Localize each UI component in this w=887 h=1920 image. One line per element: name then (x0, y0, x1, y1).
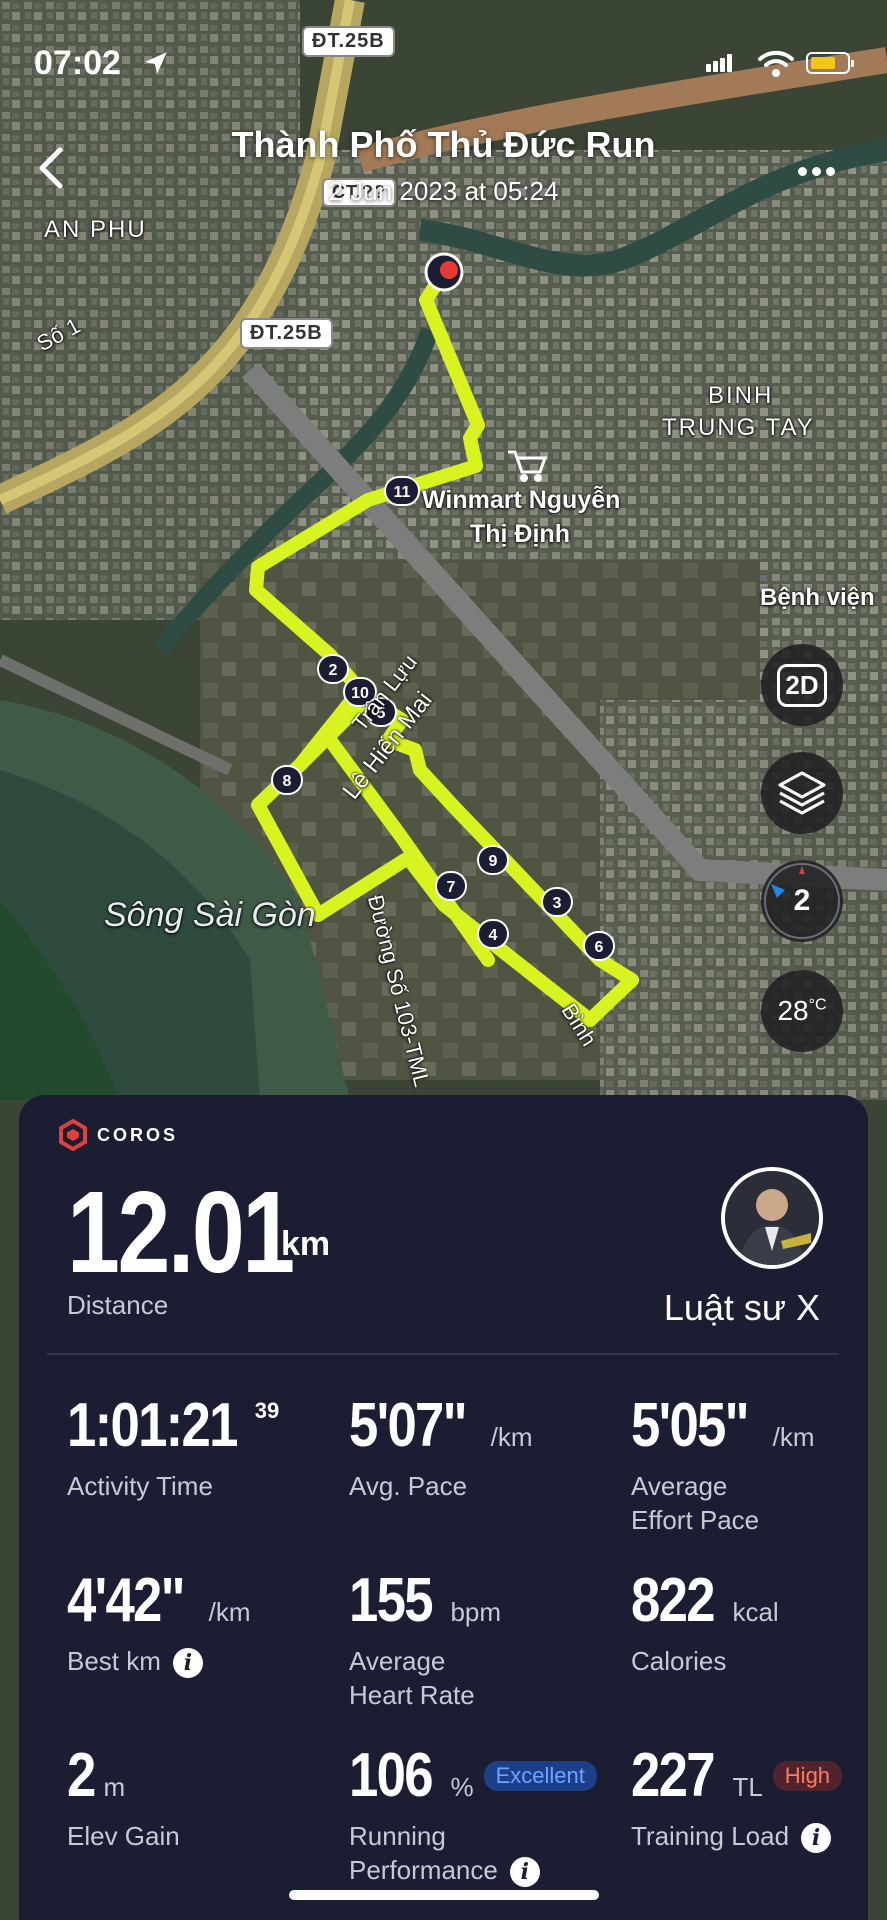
stat-label: Training Load (631, 1821, 790, 1851)
svg-text:9: 9 (489, 853, 498, 870)
activity-summary-card: COROS 12.01 km Distance Luật sư X 1:01:2… (19, 1095, 868, 1920)
svg-text:4: 4 (489, 927, 498, 944)
stat-value: 106 (349, 1741, 434, 1810)
home-indicator[interactable] (289, 1890, 599, 1900)
temperature-badge: 28°C (761, 970, 843, 1052)
stat-unit: kcal (732, 1597, 779, 1627)
location-arrow-icon (145, 52, 167, 74)
stat-label: Elev Gain (67, 1821, 180, 1851)
svg-text:8: 8 (283, 773, 292, 790)
coros-logo-text: COROS (97, 1124, 179, 1145)
stat-unit: TL (732, 1772, 763, 1802)
stat-unit: /km (208, 1597, 251, 1627)
km-marker[interactable]: 9 (477, 845, 509, 875)
stat-avg-pace: 5'07" /km Avg. Pace (349, 1390, 532, 1503)
km-marker[interactable]: 6 (583, 931, 615, 961)
stat-superscript: 39 (254, 1398, 280, 1423)
map-layers-button[interactable] (761, 752, 843, 834)
map-label-trung-tay: TRUNG TAY (662, 414, 815, 441)
stat-running-performance: 106% Excellent Running Performance i (349, 1740, 597, 1888)
stat-calories: 822 kcal Calories (631, 1565, 779, 1678)
stat-label: Avg. Pace (349, 1471, 468, 1501)
stat-label-line2: Heart Rate (349, 1680, 475, 1710)
more-options-button[interactable] (798, 163, 840, 181)
stat-value: 1:01:21 (67, 1391, 238, 1460)
activity-date: 2 Jun 2023 at 05:24 (328, 176, 559, 206)
battery-icon (806, 52, 854, 74)
km-marker[interactable]: 7 (435, 871, 467, 901)
distance-unit: km (281, 1225, 331, 1263)
km-marker[interactable]: 2 (317, 654, 349, 684)
stat-value: 5'05" (631, 1391, 750, 1460)
svg-text:11: 11 (394, 484, 411, 501)
map-label-binh: BINH (708, 382, 774, 409)
stat-training-load: 227 TL High Training Load i (631, 1740, 843, 1854)
stat-label: Calories (631, 1646, 727, 1676)
avatar[interactable] (721, 1167, 823, 1269)
compass-button[interactable]: 2 (761, 860, 843, 942)
svg-text:3: 3 (553, 895, 562, 912)
stat-label: Activity Time (67, 1471, 213, 1501)
coros-logo-icon (59, 1119, 87, 1151)
map-label-benh-vien: Bệnh viện (760, 584, 875, 611)
km-marker[interactable]: 3 (541, 887, 573, 917)
stat-heart-rate: 155 bpm Average Heart Rate (349, 1565, 501, 1712)
stat-label: Average (631, 1471, 728, 1501)
stat-elev-gain: 2m Elev Gain (67, 1740, 180, 1853)
distance-value: 12.01 (67, 1167, 295, 1297)
stat-label: Average (349, 1646, 446, 1676)
best-km-info-icon[interactable]: i (172, 1648, 203, 1679)
svg-text:2: 2 (329, 662, 338, 679)
stat-unit: /km (772, 1422, 815, 1452)
svg-text:7: 7 (447, 879, 456, 896)
status-bar: 07:02 (0, 0, 887, 120)
stat-value: 2 (67, 1741, 96, 1810)
username: Luật sư X (663, 1287, 820, 1328)
divider (47, 1353, 839, 1355)
page-title: Thành Phố Thủ Đức Run (231, 124, 656, 165)
stat-unit: /km (490, 1422, 533, 1452)
road-tag: ĐT.25B (240, 318, 333, 349)
distance-label: Distance (67, 1290, 169, 1320)
map-label-winmart: Winmart Nguyễn (422, 486, 621, 514)
temperature-value: 28 (777, 995, 809, 1026)
stat-value: 5'07" (349, 1391, 468, 1460)
stat-best-km: 4'42" /km Best km i (67, 1565, 251, 1679)
temperature-unit: °C (808, 996, 827, 1014)
stat-value: 4'42" (67, 1566, 186, 1635)
stat-unit: m (103, 1772, 126, 1802)
status-time: 07:02 (34, 44, 121, 82)
map-label-song-sai-gon: Sông Sài Gòn (104, 896, 316, 934)
performance-badge: Excellent (483, 1760, 597, 1791)
km-marker[interactable]: 11 (384, 476, 420, 506)
avatar-image (725, 1171, 819, 1265)
map-label-winmart-2: Thị Định (470, 520, 570, 548)
stat-unit: % (450, 1772, 474, 1802)
stat-value: 822 (631, 1566, 716, 1635)
training-load-badge: High (772, 1760, 843, 1791)
view-2d-label: 2D (777, 663, 827, 707)
compass-icon (764, 863, 840, 939)
map-label-an-phu: AN PHU (44, 216, 147, 243)
wifi-icon (758, 50, 794, 77)
km-marker[interactable]: 8 (271, 765, 303, 795)
stat-activity-time: 1:01:21 39 Activity Time (67, 1390, 279, 1503)
stat-label-line2: Performance (349, 1855, 498, 1885)
svg-text:6: 6 (595, 939, 604, 956)
stat-effort-pace: 5'05" /km Average Effort Pace (631, 1390, 814, 1537)
km-marker[interactable]: 4 (477, 919, 509, 949)
training-load-info-icon[interactable]: i (801, 1823, 832, 1854)
stat-label: Running (349, 1821, 446, 1851)
stat-unit: bpm (450, 1597, 502, 1627)
stat-label: Best km (67, 1646, 161, 1676)
stat-value: 155 (349, 1566, 434, 1635)
view-2d-button[interactable]: 2D (761, 644, 843, 726)
cellular-signal-icon (706, 54, 734, 77)
coros-logo: COROS (57, 1119, 178, 1151)
stat-value: 227 (631, 1741, 716, 1810)
layers-icon (778, 771, 826, 815)
stat-label-line2: Effort Pace (631, 1505, 760, 1535)
running-performance-info-icon[interactable]: i (509, 1857, 540, 1888)
